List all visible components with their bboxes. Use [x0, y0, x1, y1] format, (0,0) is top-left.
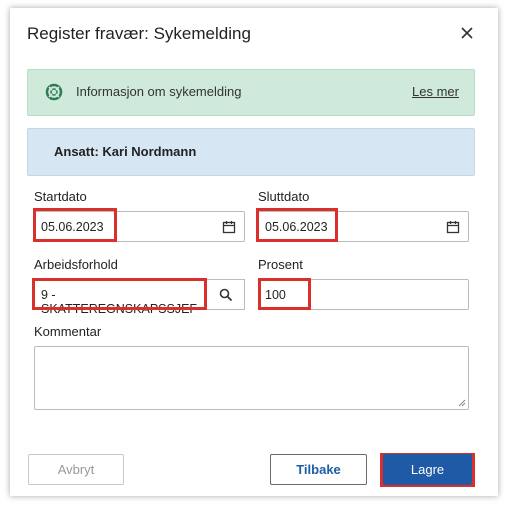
resize-handle-icon[interactable]: [458, 399, 466, 407]
percent-label: Prosent: [258, 257, 303, 272]
lifebuoy-icon: [45, 83, 63, 101]
cancel-button[interactable]: Avbryt: [28, 454, 124, 485]
comment-textarea[interactable]: [34, 346, 469, 410]
back-button[interactable]: Tilbake: [270, 454, 367, 485]
employment-search-button[interactable]: [207, 279, 245, 310]
search-icon: [219, 288, 233, 302]
employment-highlight: [32, 278, 207, 310]
calendar-icon[interactable]: [446, 220, 460, 234]
end-date-highlight: [256, 208, 338, 242]
info-text: Informasjon om sykemelding: [76, 84, 242, 99]
percent-highlight: [258, 278, 311, 310]
close-icon[interactable]: [460, 26, 474, 40]
calendar-icon[interactable]: [222, 220, 236, 234]
absence-dialog: Register fravær: Sykemelding Informasjon…: [10, 8, 498, 496]
info-banner: Informasjon om sykemelding Les mer: [27, 69, 475, 116]
end-date-label: Sluttdato: [258, 189, 310, 204]
employee-banner: Ansatt: Kari Nordmann: [27, 128, 475, 176]
start-date-highlight: [33, 208, 117, 242]
start-date-label: Startdato: [34, 189, 87, 204]
employee-name: Ansatt: Kari Nordmann: [54, 144, 197, 159]
comment-label: Kommentar: [34, 324, 102, 339]
dialog-title: Register fravær: Sykemelding: [27, 24, 251, 43]
save-button[interactable]: Lagre: [383, 454, 472, 485]
employment-label: Arbeidsforhold: [34, 257, 118, 272]
read-more-link[interactable]: Les mer: [412, 84, 459, 99]
